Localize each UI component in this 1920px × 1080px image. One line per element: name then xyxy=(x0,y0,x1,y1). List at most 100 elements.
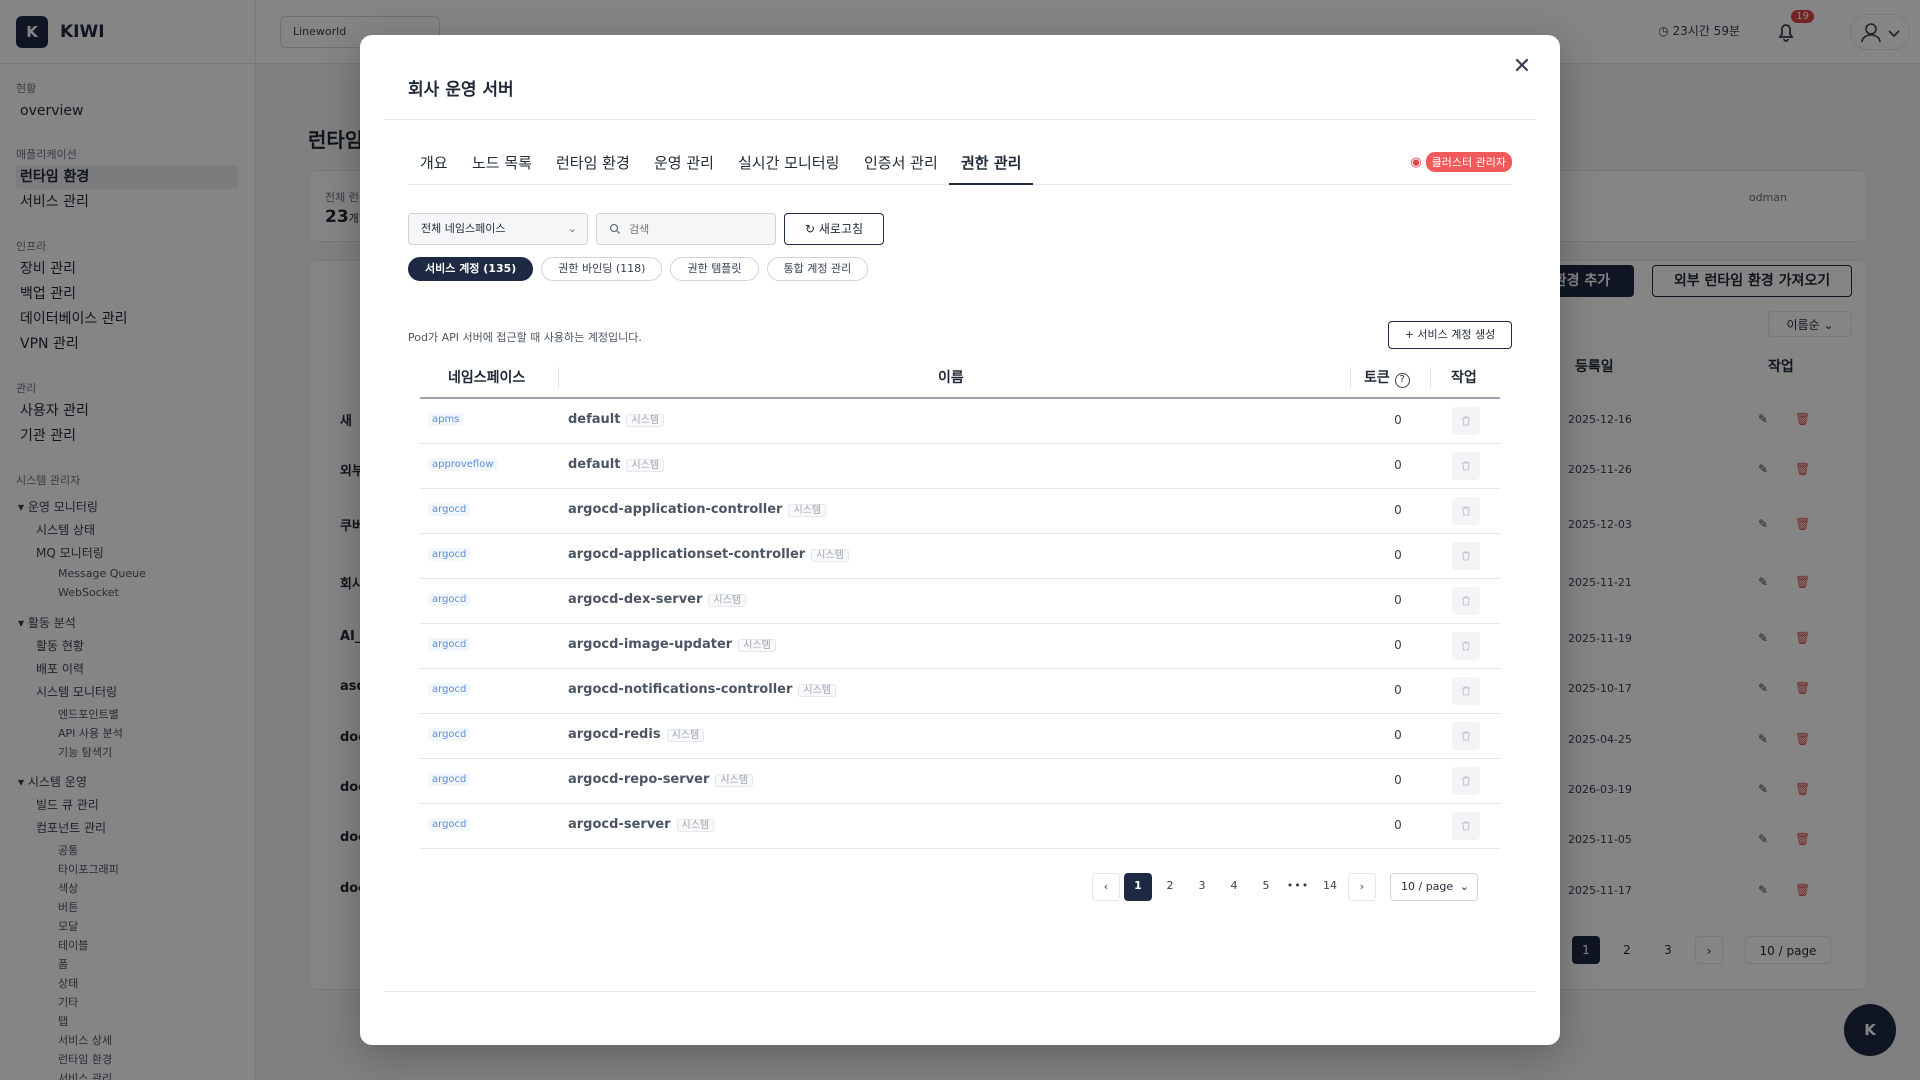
table-body: apms default 시스템 0 approveflow default 시스템 0 arg… xyxy=(420,399,1500,849)
sub-tabs: 서비스 계정 (135) 권한 바인딩 (118) 권한 템플릿 통합 계정 관… xyxy=(408,257,869,281)
search-box xyxy=(596,213,776,245)
token-count: 0 xyxy=(1394,548,1402,562)
table-row[interactable]: argocd argocd-application-controller 시스템 0 xyxy=(420,489,1500,534)
refresh-button[interactable]: ↻ 새로고침 xyxy=(784,213,884,245)
tab-certs[interactable]: 인증서 관리 xyxy=(864,152,938,185)
col-token: 토큰 ? xyxy=(1364,367,1410,388)
eye-icon: ◉ xyxy=(1410,154,1422,170)
namespace-select[interactable]: 전체 네임스페이스 ⌄ xyxy=(408,213,588,245)
service-account-name-text: argocd-server xyxy=(568,817,671,832)
page-2[interactable]: 2 xyxy=(1156,873,1184,901)
col-separator xyxy=(1350,367,1351,389)
token-count: 0 xyxy=(1394,593,1402,607)
col-separator xyxy=(1430,367,1431,389)
table-row[interactable]: argocd argocd-notifications-controller 시스템… xyxy=(420,669,1500,714)
delete-button[interactable] xyxy=(1452,452,1480,480)
prev-page-icon[interactable]: ‹ xyxy=(1092,873,1120,901)
trash-icon xyxy=(1462,821,1470,831)
trash-icon xyxy=(1462,551,1470,561)
service-account-name: argocd-image-updater 시스템 xyxy=(568,636,776,652)
delete-button[interactable] xyxy=(1452,542,1480,570)
page-4[interactable]: 4 xyxy=(1220,873,1248,901)
service-account-name-text: default xyxy=(568,412,621,427)
namespace-tag: approveflow xyxy=(428,458,498,471)
create-service-account-button[interactable]: + 서비스 계정 생성 xyxy=(1388,321,1512,349)
chip-service-accounts[interactable]: 서비스 계정 (135) xyxy=(408,257,534,281)
delete-button[interactable] xyxy=(1452,407,1480,435)
service-account-name: argocd-notifications-controller 시스템 xyxy=(568,681,836,697)
tab-nodes[interactable]: 노드 목록 xyxy=(472,152,532,185)
refresh-icon: ↻ xyxy=(804,222,816,236)
service-account-name-text: argocd-redis xyxy=(568,727,661,742)
trash-icon xyxy=(1462,641,1470,651)
delete-button[interactable] xyxy=(1452,587,1480,615)
search-input[interactable] xyxy=(629,222,759,236)
delete-button[interactable] xyxy=(1452,722,1480,750)
service-account-name-text: argocd-applicationset-controller xyxy=(568,547,806,562)
table-row[interactable]: argocd argocd-repo-server 시스템 0 xyxy=(420,759,1500,804)
token-count: 0 xyxy=(1394,773,1402,787)
token-count: 0 xyxy=(1394,413,1402,427)
table-row[interactable]: argocd argocd-dex-server 시스템 0 xyxy=(420,579,1500,624)
table-row[interactable]: argocd argocd-redis 시스템 0 xyxy=(420,714,1500,759)
delete-button[interactable] xyxy=(1452,632,1480,660)
token-count: 0 xyxy=(1394,503,1402,517)
tab-monitoring[interactable]: 실시간 모니터링 xyxy=(738,152,839,185)
token-count: 0 xyxy=(1394,818,1402,832)
system-tag: 시스템 xyxy=(676,819,715,832)
system-tag: 시스템 xyxy=(626,414,665,427)
per-page-value: 10 / page xyxy=(1401,880,1454,893)
system-tag: 시스템 xyxy=(788,504,827,517)
table-row[interactable]: argocd argocd-server 시스템 0 xyxy=(420,804,1500,849)
namespace-select-value: 전체 네임스페이스 xyxy=(421,222,506,235)
tab-ops[interactable]: 운영 관리 xyxy=(654,152,714,185)
service-account-name: argocd-server 시스템 xyxy=(568,816,715,832)
token-count: 0 xyxy=(1394,638,1402,652)
service-account-name: argocd-dex-server 시스템 xyxy=(568,591,747,607)
page-ellipsis[interactable]: ••• xyxy=(1284,873,1312,901)
chip-role-templates[interactable]: 권한 템플릿 xyxy=(670,257,759,281)
trash-icon xyxy=(1462,776,1470,786)
page-last[interactable]: 14 xyxy=(1316,873,1344,901)
token-count: 0 xyxy=(1394,728,1402,742)
help-icon[interactable]: ? xyxy=(1394,373,1410,388)
service-account-table: 네임스페이스 이름 토큰 ? 작업 apms default 시스템 0 approve… xyxy=(420,355,1500,849)
col-separator xyxy=(558,367,559,389)
chip-role-bindings[interactable]: 권한 바인딩 (118) xyxy=(541,257,663,281)
namespace-tag: argocd xyxy=(428,773,471,786)
token-count: 0 xyxy=(1394,458,1402,472)
table-row[interactable]: apms default 시스템 0 xyxy=(420,399,1500,444)
trash-icon xyxy=(1462,596,1470,606)
tab-permissions[interactable]: 권한 관리 xyxy=(949,152,1034,185)
page-3[interactable]: 3 xyxy=(1188,873,1216,901)
role-badge: ◉ 클러스터 관리자 xyxy=(1410,152,1512,172)
next-page-icon[interactable]: › xyxy=(1348,873,1376,901)
delete-button[interactable] xyxy=(1452,767,1480,795)
service-account-name: argocd-repo-server 시스템 xyxy=(568,771,753,787)
per-page-select[interactable]: 10 / page ⌄ xyxy=(1390,873,1478,901)
search-icon xyxy=(609,223,621,235)
service-account-name: argocd-application-controller 시스템 xyxy=(568,501,827,517)
table-row[interactable]: approveflow default 시스템 0 xyxy=(420,444,1500,489)
modal-tabs: 개요 노드 목록 런타임 환경 운영 관리 실시간 모니터링 인증서 관리 권한… xyxy=(408,140,1512,185)
namespace-tag: apms xyxy=(428,413,464,426)
token-count: 0 xyxy=(1394,683,1402,697)
tab-runtime[interactable]: 런타임 환경 xyxy=(556,152,630,185)
namespace-tag: argocd xyxy=(428,548,471,561)
col-action: 작업 xyxy=(1451,370,1477,386)
page-1[interactable]: 1 xyxy=(1124,873,1152,901)
modal-title: 회사 운영 서버 xyxy=(408,80,514,100)
chevron-down-icon: ⌄ xyxy=(1459,880,1469,893)
namespace-tag: argocd xyxy=(428,503,471,516)
table-row[interactable]: argocd argocd-applicationset-controller 시스… xyxy=(420,534,1500,579)
tab-overview[interactable]: 개요 xyxy=(420,152,448,185)
col-namespace: 네임스페이스 xyxy=(448,370,526,386)
delete-button[interactable] xyxy=(1452,677,1480,705)
chip-unified-accounts[interactable]: 통합 계정 관리 xyxy=(766,257,869,281)
delete-button[interactable] xyxy=(1452,812,1480,840)
table-row[interactable]: argocd argocd-image-updater 시스템 0 xyxy=(420,624,1500,669)
close-icon[interactable]: ✕ xyxy=(1508,53,1536,81)
delete-button[interactable] xyxy=(1452,497,1480,525)
page-5[interactable]: 5 xyxy=(1252,873,1280,901)
service-account-name: argocd-redis 시스템 xyxy=(568,726,705,742)
